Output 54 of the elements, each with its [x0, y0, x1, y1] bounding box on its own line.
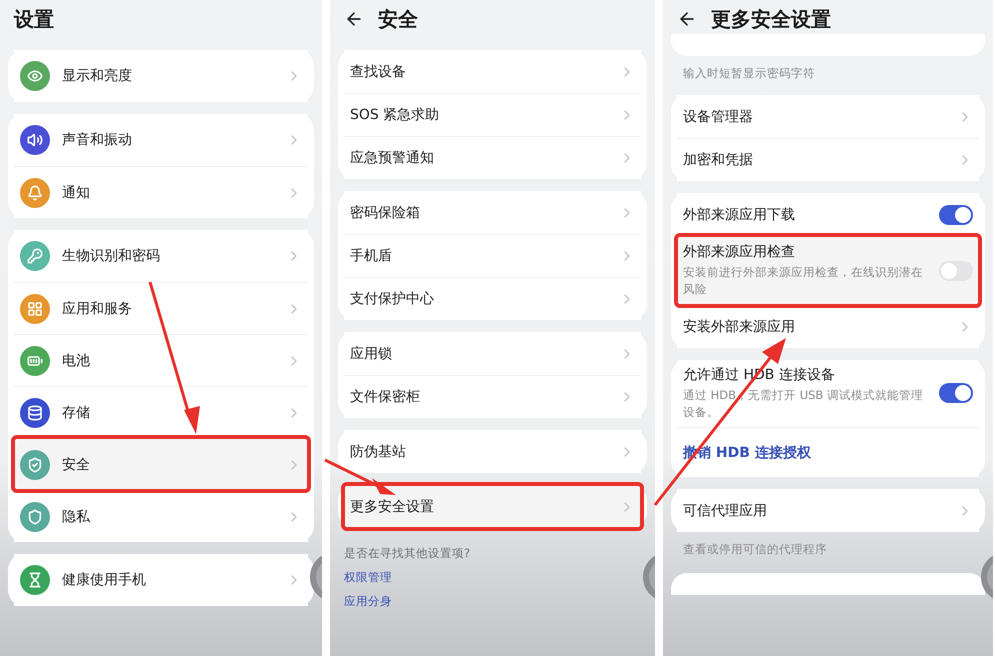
arrow [324, 458, 396, 495]
settings-row[interactable]: 通知 [14, 166, 308, 218]
settings-row[interactable]: 防伪基站 [344, 430, 641, 473]
settings-row[interactable]: 可信代理应用 [677, 489, 979, 532]
row-label: 应用和服务 [62, 300, 133, 318]
settings-row[interactable]: 健康使用手机 [14, 554, 308, 606]
row-label: 健康使用手机 [62, 571, 147, 589]
settings-row[interactable]: 支付保护中心 [344, 277, 641, 320]
settings-link[interactable]: 权限管理 [344, 570, 392, 585]
row-label: 存储 [62, 404, 91, 422]
row-label: 显示和亮度 [62, 67, 133, 85]
row-label: 电池 [62, 352, 91, 370]
row-label: 加密和凭据 [683, 151, 754, 169]
row-label: 防伪基站 [350, 442, 407, 460]
row-description: 安装前进行外部来源应用检查，在线识别潜在风险 [683, 264, 924, 298]
row-description: 通过 HDB，无需打开 USB 调试模式就能管理设备。 [683, 386, 924, 421]
row-label: 查找设备 [350, 62, 407, 80]
settings-row[interactable]: 显示和亮度 [14, 50, 308, 102]
settings-row[interactable]: 存储 [14, 386, 308, 438]
row-label: 声音和振动 [62, 131, 133, 149]
row-label: 通知 [62, 184, 91, 202]
row-label: 外部来源应用下载 [683, 206, 796, 224]
settings-row[interactable]: 隐私 [14, 490, 308, 542]
row-label: 隐私 [62, 508, 91, 526]
settings-row[interactable]: 安全 [14, 438, 308, 490]
row-label: 外部来源应用检查 [683, 243, 796, 261]
row-label: 安全 [62, 456, 91, 474]
row-label: 文件保密柜 [350, 388, 421, 406]
settings-row[interactable]: 更多安全设置 [344, 485, 641, 528]
page-title: 安全 [378, 6, 418, 32]
row-label: 密码保险箱 [350, 204, 421, 222]
row-label: 设备管理器 [683, 108, 754, 126]
row-label: 应急预警通知 [350, 149, 435, 167]
page-title: 更多安全设置 [711, 6, 831, 32]
toggle-switch[interactable] [939, 260, 973, 281]
settings-row[interactable]: 安装外部来源应用 [677, 304, 979, 348]
settings-row[interactable]: 应急预警通知 [344, 136, 641, 179]
page-title: 设置 [14, 6, 54, 32]
section-note: 查看或停用可信的代理程序 [682, 541, 828, 558]
footer-question: 是否在寻找其他设置项? [344, 546, 472, 561]
settings-row[interactable]: 文件保密柜 [344, 375, 641, 418]
row-label: 手机盾 [350, 247, 393, 265]
row-label: 生物识别和密码 [62, 247, 161, 265]
row-label: 安装外部来源应用 [683, 318, 796, 336]
row-label: 支付保护中心 [350, 290, 435, 308]
row-label: 可信代理应用 [683, 502, 768, 520]
row-label: SOS 紧急求助 [350, 106, 440, 124]
row-label: 更多安全设置 [350, 498, 435, 516]
settings-link[interactable]: 应用分身 [344, 594, 392, 609]
section-note: 输入时短暂显示密码字符 [682, 65, 816, 82]
toggle-switch[interactable] [939, 383, 973, 404]
settings-row[interactable]: 加密和凭据 [677, 138, 979, 181]
row-label: 应用锁 [350, 344, 393, 362]
toggle-switch[interactable] [939, 204, 973, 224]
